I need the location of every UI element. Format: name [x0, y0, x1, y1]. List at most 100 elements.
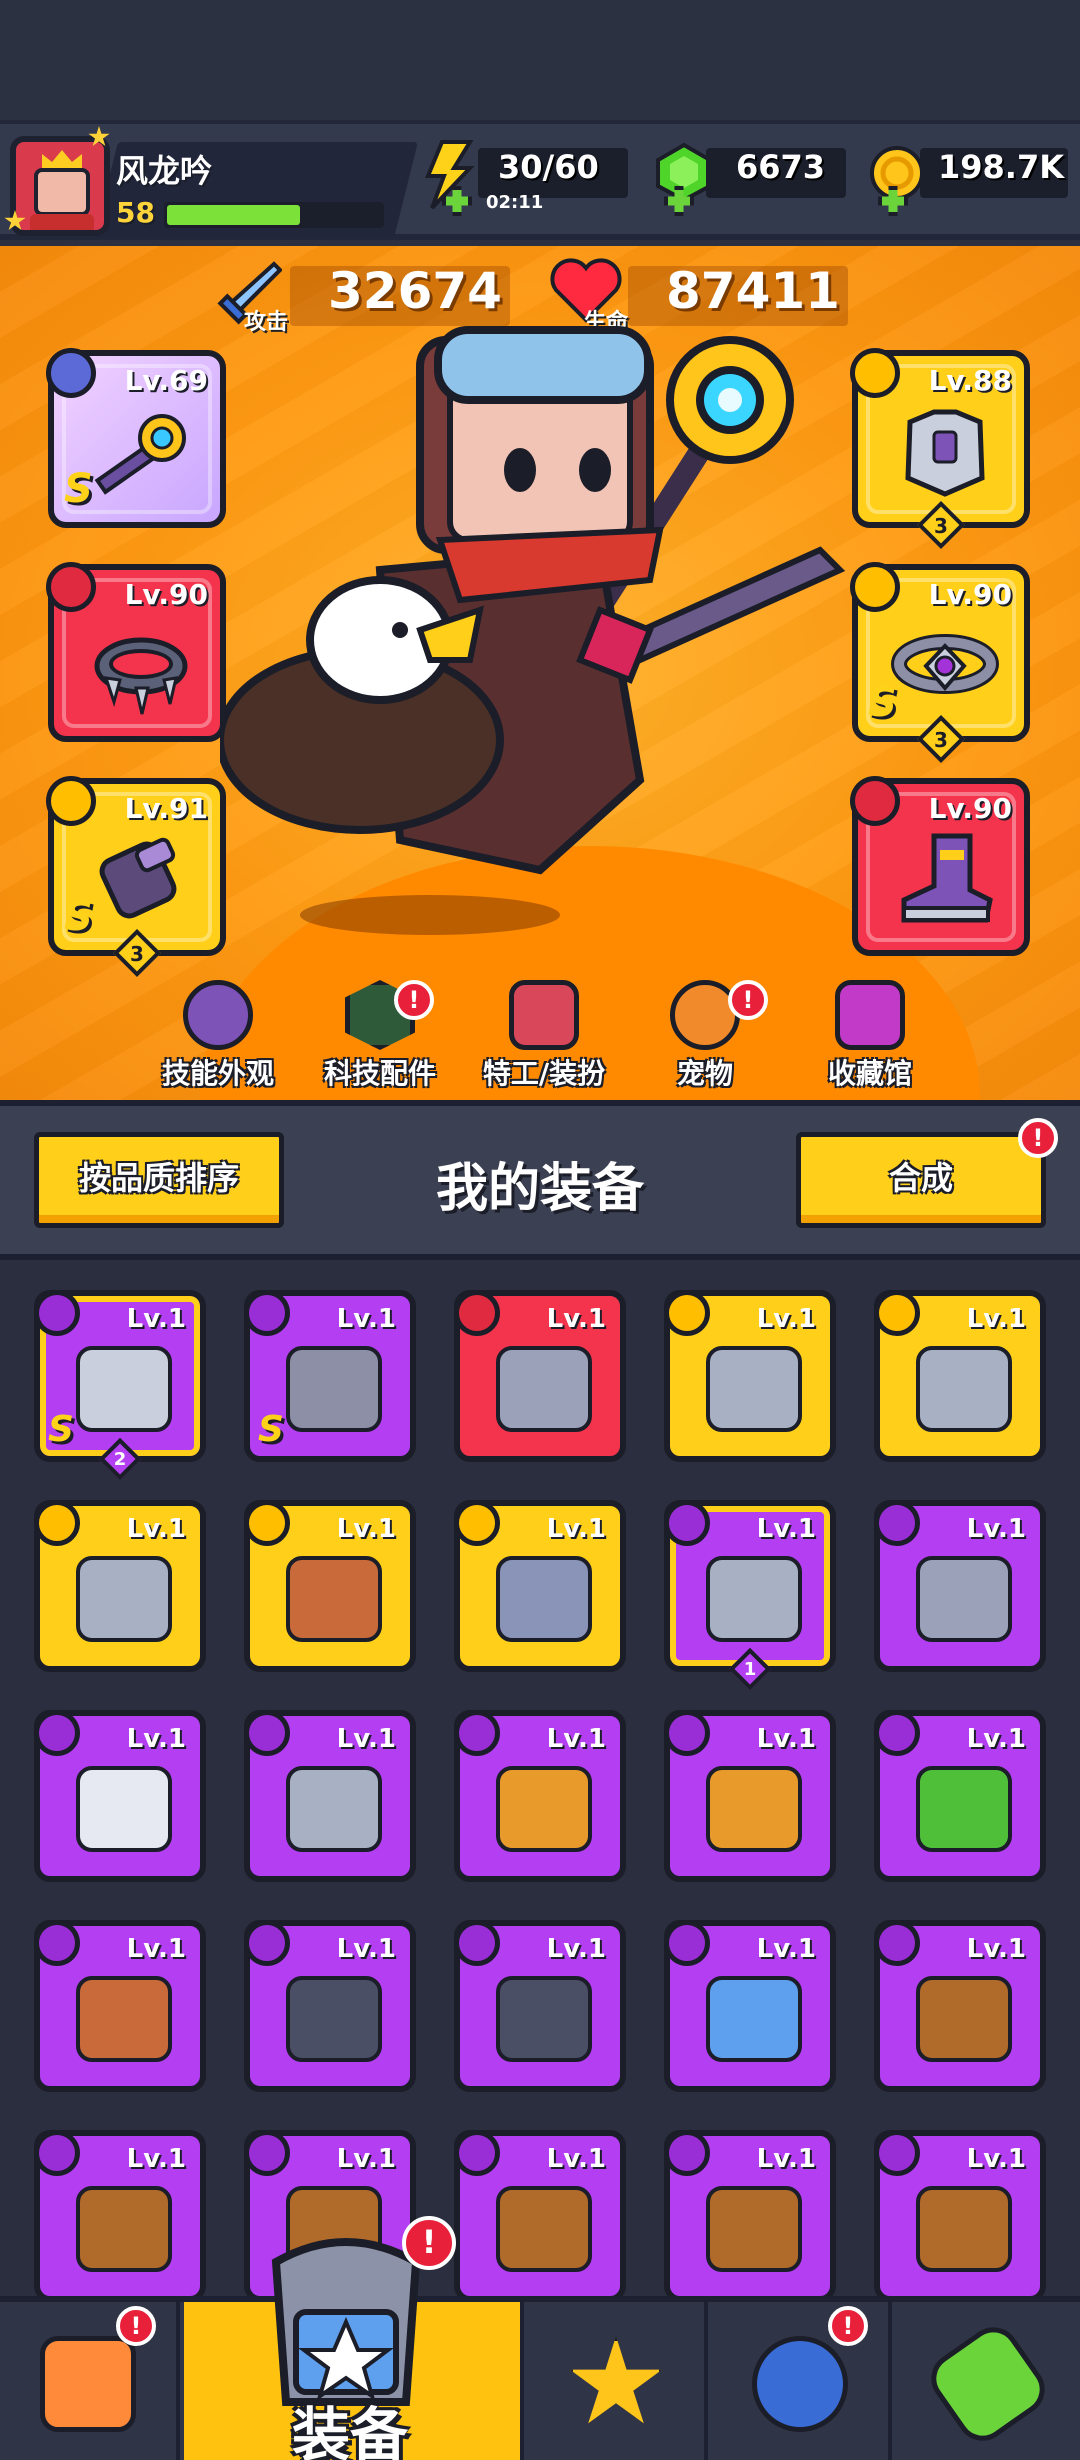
inventory-item[interactable]: Lv.1	[874, 1290, 1046, 1462]
revolver-icon	[916, 1346, 1012, 1432]
inventory-item[interactable]: Lv.1	[244, 1710, 416, 1882]
nav-collection[interactable]: 收藏馆	[800, 980, 940, 1092]
belt-type-icon	[874, 2130, 920, 2176]
item-level: Lv.1	[546, 1934, 606, 1964]
slot-gloves[interactable]: Lv.91 S 3	[46, 776, 226, 978]
inventory-item[interactable]: Lv.1	[874, 1500, 1046, 1672]
inventory-item[interactable]: Lv.1	[874, 1920, 1046, 2092]
fang-necklace-icon	[76, 1976, 172, 2062]
nav-skill-skin[interactable]: 技能外观	[148, 980, 288, 1092]
inventory-item[interactable]: Lv.1 1	[664, 1500, 836, 1691]
star-count: 2	[113, 1449, 127, 1470]
inventory-item[interactable]: Lv.1	[664, 1710, 836, 1882]
inventory-item[interactable]: Lv.1	[874, 1710, 1046, 1882]
item-level: Lv.1	[756, 1724, 816, 1754]
shop-alert: !	[116, 2306, 156, 2346]
inventory-item[interactable]: Lv.1 S	[244, 1290, 416, 1462]
tech-parts-alert: !	[394, 980, 434, 1020]
inventory-item[interactable]: Lv.1	[454, 1500, 626, 1672]
item-level: Lv.1	[966, 1514, 1026, 1544]
rarity-s-badge: S	[868, 680, 897, 726]
armor-type-icon	[874, 1710, 920, 1756]
item-level: Lv.1	[756, 1304, 816, 1334]
rope-belt-icon	[706, 2186, 802, 2272]
necklace-type-icon	[454, 1920, 500, 1966]
merge-button[interactable]: 合成	[796, 1132, 1046, 1228]
nav-agent-outfit[interactable]: 特工/装扮	[464, 980, 624, 1092]
rarity-s-badge: S	[48, 1409, 74, 1450]
slot-weapon[interactable]: Lv.69 S	[46, 348, 226, 528]
shield-necklace-icon	[706, 1976, 802, 2062]
necklace-type-icon	[244, 1500, 290, 1546]
shop-icon	[40, 2336, 136, 2432]
rope-belt-icon	[916, 1976, 1012, 2062]
star-count: 3	[934, 728, 948, 752]
slot-level: Lv.69	[124, 364, 208, 397]
inventory-item[interactable]: Lv.1	[664, 2130, 836, 2302]
item-level: Lv.1	[546, 1514, 606, 1544]
weapon-type-icon	[664, 1710, 710, 1756]
inventory-item[interactable]: Lv.1	[874, 2130, 1046, 2302]
necklace-type-icon	[244, 1920, 290, 1966]
gem-icon	[656, 142, 712, 202]
player-avatar[interactable]	[10, 136, 110, 236]
slot-level: Lv.91	[124, 792, 208, 825]
inventory-item[interactable]: Lv.1	[34, 1710, 206, 1882]
inventory-item[interactable]: Lv.1	[664, 1290, 836, 1462]
armor-type-icon	[34, 1290, 80, 1336]
item-level: Lv.1	[126, 1304, 186, 1334]
tab-dna[interactable]	[896, 2302, 1080, 2460]
game-screen: 风龙吟 58 30/60 02:11 6673 198.7K 攻击 32674 …	[0, 0, 1080, 2460]
necklace-type-icon	[46, 562, 96, 612]
weapon-type-icon	[454, 1290, 500, 1336]
inventory-item[interactable]: Lv.1	[454, 2130, 626, 2302]
armor-type-icon	[664, 1500, 710, 1546]
fang-necklace-icon	[286, 1556, 382, 1642]
star-count: 3	[934, 514, 948, 538]
inventory-item[interactable]: Lv.1	[34, 1500, 206, 1672]
vest-icon	[706, 1556, 802, 1642]
item-level: Lv.1	[336, 1304, 396, 1334]
gear-staff-icon	[94, 414, 186, 495]
item-level: Lv.1	[546, 2144, 606, 2174]
gem-belt-icon	[286, 1346, 382, 1432]
chest-armor-icon	[905, 409, 985, 497]
spiked-collar-icon	[94, 637, 188, 715]
sort-by-quality-button[interactable]: 按品质排序	[34, 1132, 284, 1228]
gauntlet-icon	[99, 837, 177, 919]
inventory-item[interactable]: Lv.1 S 2	[34, 1290, 206, 1481]
item-level: Lv.1	[546, 1724, 606, 1754]
inventory-item[interactable]: Lv.1	[454, 1920, 626, 2092]
slot-boots[interactable]: Lv.90	[850, 776, 1030, 956]
energy-count: 30/60	[498, 148, 599, 186]
slot-belt[interactable]: Lv.90 S 3	[850, 562, 1030, 764]
item-level: Lv.1	[336, 1934, 396, 1964]
torch-icon	[496, 1766, 592, 1852]
planet-icon	[752, 2336, 848, 2432]
inventory-item[interactable]: Lv.1	[34, 2130, 206, 2302]
collection-icon	[835, 980, 905, 1050]
inventory-item[interactable]: Lv.1	[244, 1500, 416, 1672]
energy-timer: 02:11	[486, 192, 544, 213]
torch-icon	[706, 1766, 802, 1852]
star-count: 1	[743, 1659, 757, 1680]
weapon-type-icon	[46, 348, 96, 398]
leaf-armor-icon	[916, 1766, 1012, 1852]
merge-alert: !	[1018, 1118, 1058, 1158]
inventory-item[interactable]: Lv.1	[454, 1710, 626, 1882]
inventory-item[interactable]: Lv.1	[34, 1920, 206, 2092]
slot-armor[interactable]: Lv.88 3	[850, 348, 1030, 550]
kunai-icon	[916, 1556, 1012, 1642]
inventory-item[interactable]: Lv.1	[244, 1920, 416, 2092]
rarity-s-badge: S	[64, 894, 93, 940]
inventory-item[interactable]: Lv.1	[664, 1920, 836, 2092]
skill-skin-icon	[183, 980, 253, 1050]
item-level: Lv.1	[756, 2144, 816, 2174]
tab-battle[interactable]	[528, 2302, 708, 2460]
crown-icon	[42, 150, 82, 170]
weapon-type-icon	[34, 1710, 80, 1756]
avatar-scarf	[30, 214, 94, 230]
rarity-s-badge: S	[258, 1409, 284, 1450]
inventory-item[interactable]: Lv.1	[454, 1290, 626, 1462]
slot-necklace[interactable]: Lv.90	[46, 562, 226, 742]
